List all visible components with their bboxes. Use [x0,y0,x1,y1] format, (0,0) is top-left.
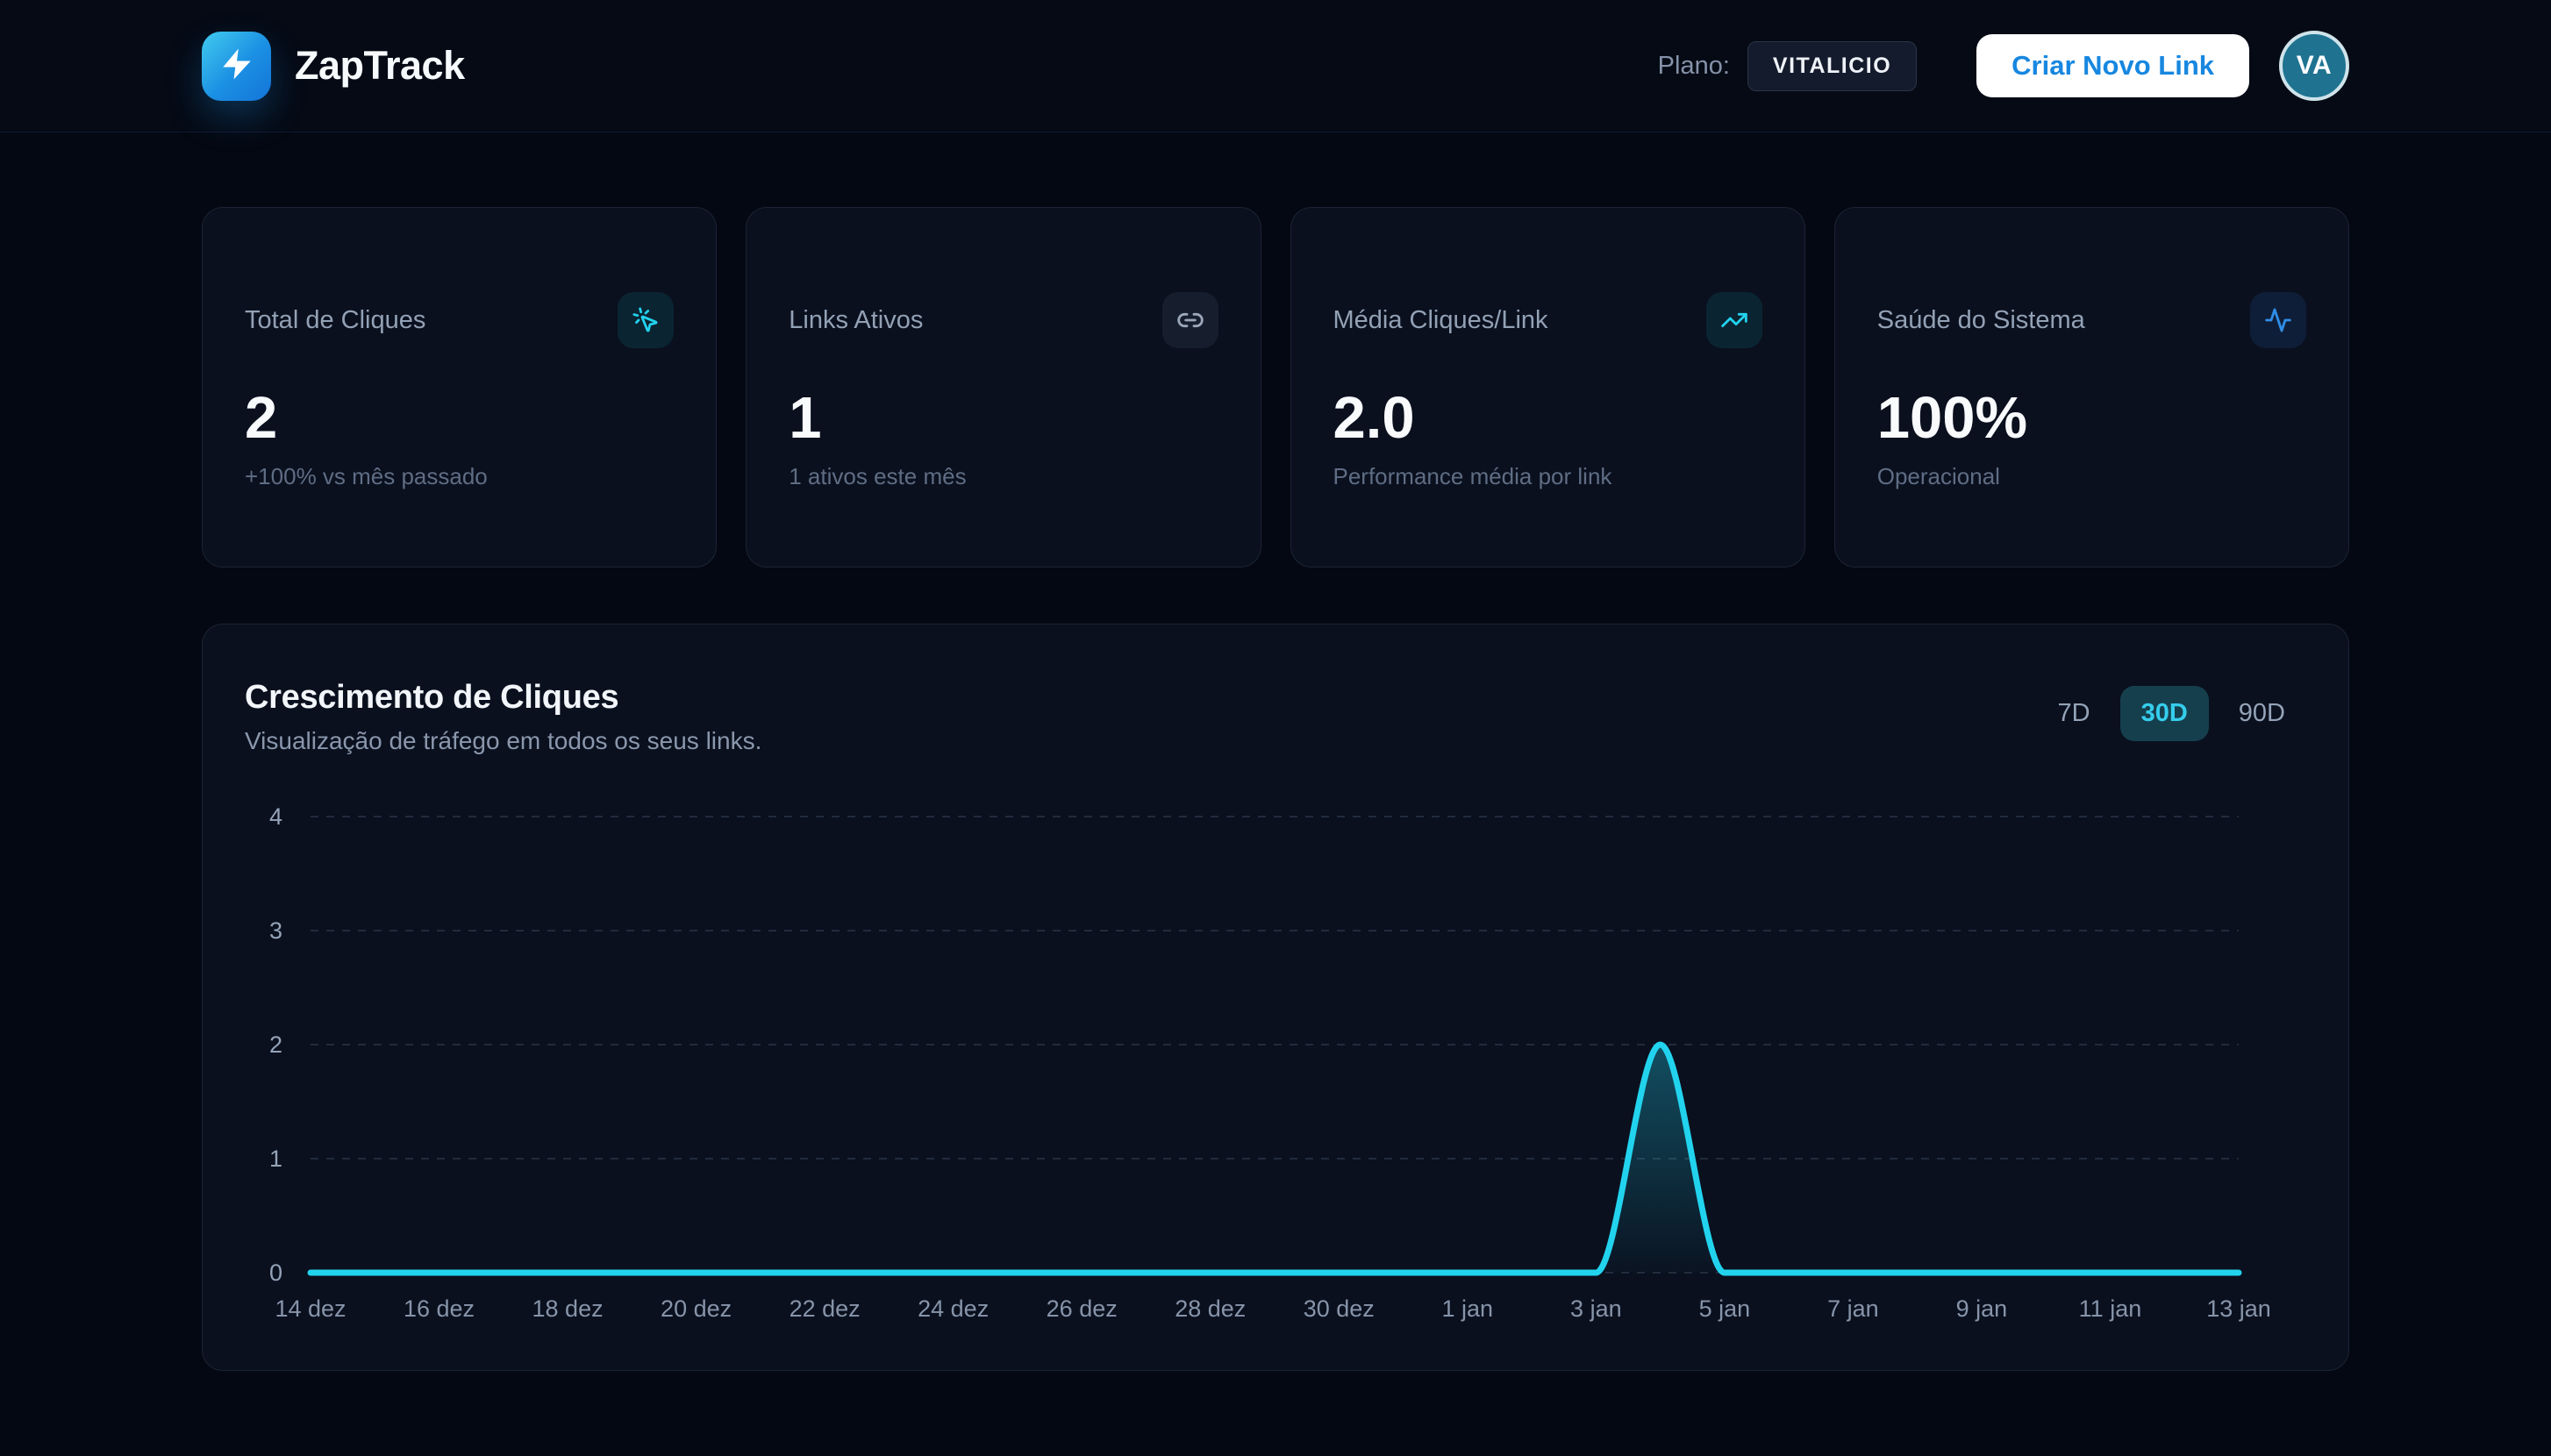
svg-text:1: 1 [269,1146,282,1172]
svg-text:7 jan: 7 jan [1827,1295,1879,1322]
svg-text:16 dez: 16 dez [404,1295,475,1322]
svg-text:13 jan: 13 jan [2206,1295,2271,1322]
brand: ZapTrack [202,32,465,101]
stat-title: Saúde do Sistema [1877,306,2085,335]
app-title: ZapTrack [295,43,465,89]
stat-card-active-links: Links Ativos 1 1 ativos este mês [746,207,1261,567]
stat-value: 100% [1877,389,2306,447]
zap-logo [202,32,271,101]
top-bar: ZapTrack Plano: VITALICIO Criar Novo Lin… [0,0,2551,132]
avatar[interactable]: VA [2279,31,2349,101]
trending-up-icon [1706,292,1762,348]
svg-text:9 jan: 9 jan [1956,1295,2008,1322]
svg-text:24 dez: 24 dez [918,1295,989,1322]
svg-text:0: 0 [269,1260,282,1286]
main-content: Total de Cliques 2 +100% vs mês passado … [0,207,2551,1371]
stat-subtitle: 1 ativos este mês [789,463,1218,490]
stat-title: Total de Cliques [245,306,425,335]
plan-label: Plano: [1658,52,1730,81]
range-button-90d[interactable]: 90D [2218,686,2306,741]
range-button-30d[interactable]: 30D [2120,686,2209,741]
svg-text:22 dez: 22 dez [790,1295,861,1322]
range-selector: 7D 30D 90D [2037,686,2306,741]
stat-value: 2.0 [1333,389,1762,447]
plan-badge: VITALICIO [1747,41,1917,91]
svg-text:3 jan: 3 jan [1570,1295,1622,1322]
zap-icon [218,46,255,87]
cursor-click-icon [618,292,674,348]
link-icon [1162,292,1218,348]
create-new-link-button[interactable]: Criar Novo Link [1976,34,2249,97]
svg-text:26 dez: 26 dez [1047,1295,1118,1322]
svg-text:30 dez: 30 dez [1304,1295,1375,1322]
stat-title: Links Ativos [789,306,923,335]
stat-subtitle: +100% vs mês passado [245,463,674,490]
stat-card-system-health: Saúde do Sistema 100% Operacional [1834,207,2349,567]
svg-text:11 jan: 11 jan [2079,1295,2142,1322]
svg-text:2: 2 [269,1031,282,1058]
svg-text:5 jan: 5 jan [1699,1295,1751,1322]
svg-text:14 dez: 14 dez [275,1295,346,1322]
stat-subtitle: Performance média por link [1333,463,1762,490]
svg-text:20 dez: 20 dez [661,1295,732,1322]
stat-card-avg-clicks: Média Cliques/Link 2.0 Performance média… [1290,207,1805,567]
stat-value: 2 [245,389,674,447]
svg-text:28 dez: 28 dez [1175,1295,1246,1322]
plan-group: Plano: VITALICIO [1658,41,1918,91]
clicks-growth-card: Crescimento de Cliques Visualização de t… [202,624,2349,1371]
stat-title: Média Cliques/Link [1333,306,1548,335]
range-button-7d[interactable]: 7D [2037,686,2112,741]
stat-value: 1 [789,389,1218,447]
svg-text:4: 4 [269,803,282,830]
stat-card-total-clicks: Total de Cliques 2 +100% vs mês passado [202,207,717,567]
chart-title: Crescimento de Cliques [245,679,761,717]
svg-text:3: 3 [269,917,282,944]
stats-row: Total de Cliques 2 +100% vs mês passado … [202,207,2349,567]
chart-subtitle: Visualização de tráfego em todos os seus… [245,727,761,755]
stat-subtitle: Operacional [1877,463,2306,490]
activity-icon [2250,292,2306,348]
svg-text:18 dez: 18 dez [532,1295,604,1322]
clicks-growth-chart: 0 1 2 3 4 14 dez 16 dez 18 dez 20 dez 22 dez 24 de… [245,789,2312,1332]
svg-text:1 jan: 1 jan [1442,1295,1494,1322]
